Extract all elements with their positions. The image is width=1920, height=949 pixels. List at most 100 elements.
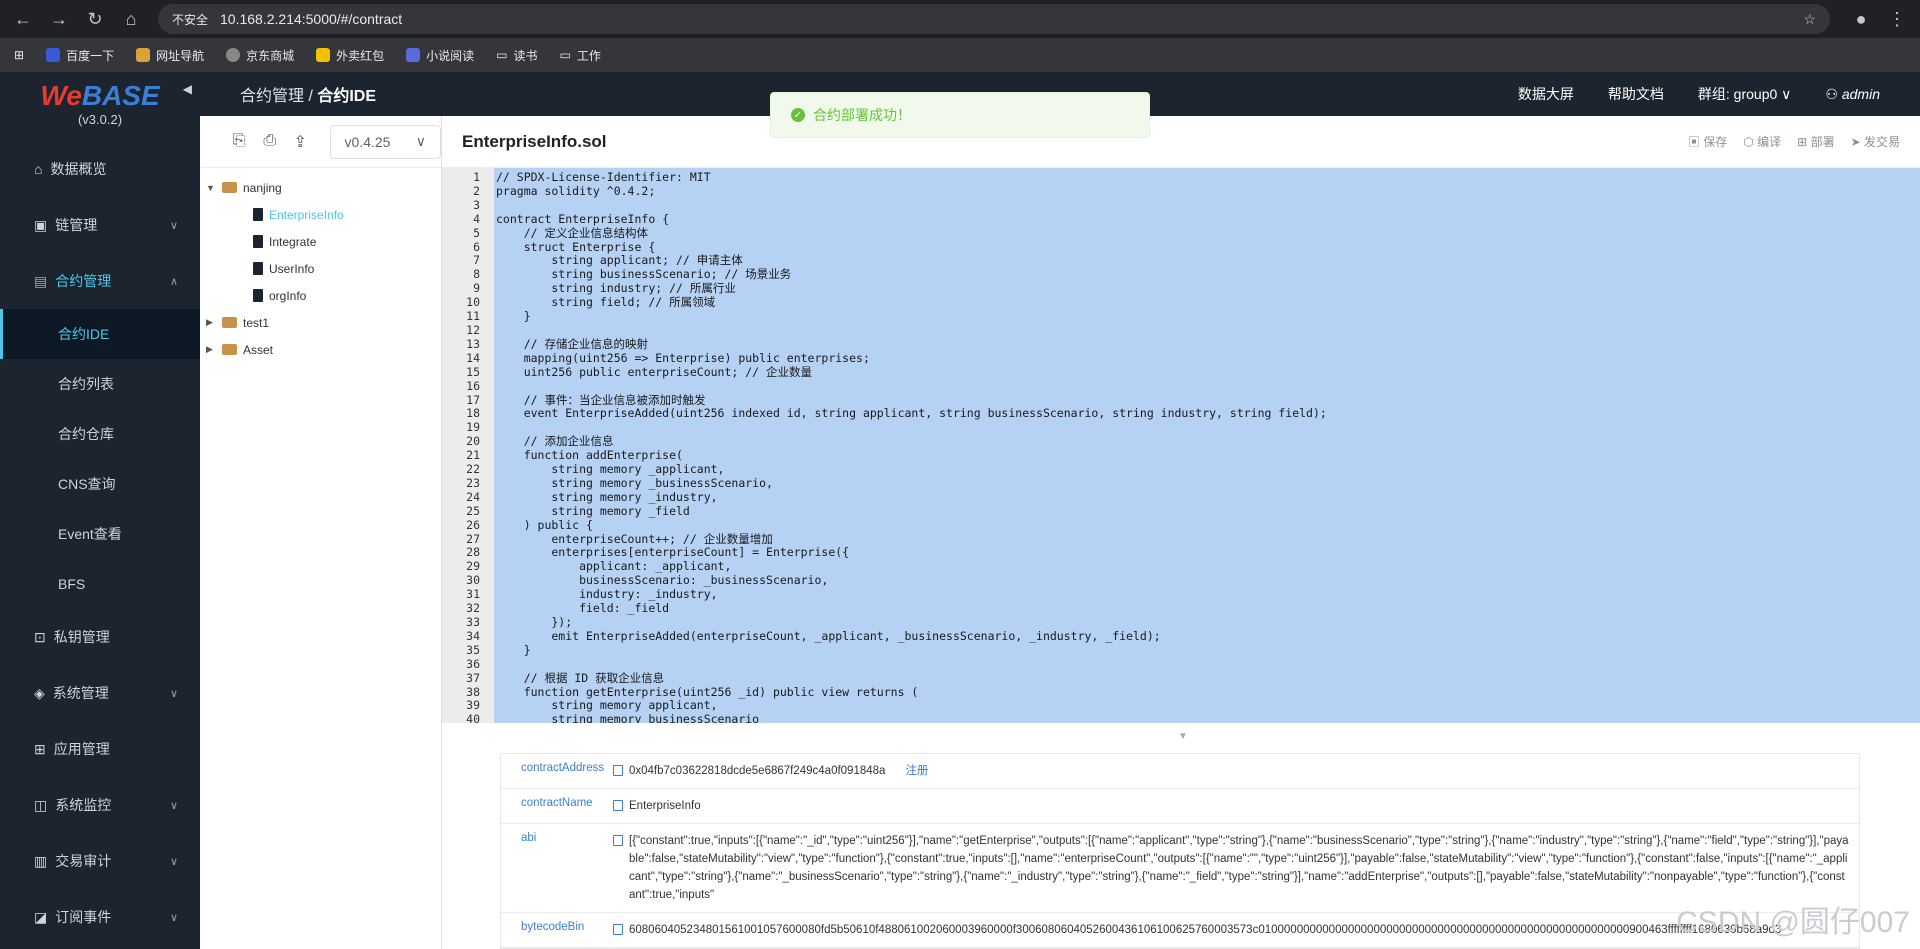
sidebar-item-monitor[interactable]: ◫ 系统监控 ∨	[0, 777, 200, 833]
file-icon	[253, 208, 263, 221]
bookmark-item[interactable]: 京东商城	[226, 47, 294, 64]
sidebar-item-contract-list[interactable]: 合约列表	[0, 359, 200, 409]
new-folder-icon[interactable]: ⎙	[261, 132, 280, 152]
save-button[interactable]: ▣ 保存	[1688, 133, 1727, 150]
folder-icon: ▭	[496, 48, 508, 62]
sidebar-item-cns[interactable]: CNS查询	[0, 459, 200, 509]
bookmark-item[interactable]: 网址导航	[136, 47, 204, 64]
copy-icon[interactable]	[613, 800, 623, 811]
contract-address: 0x04fb7c03622818dcde5e6867f249c4a0f09184…	[629, 765, 886, 777]
shield-icon: ◈	[34, 684, 45, 701]
user-icon: ⚇	[1825, 85, 1838, 102]
caret-down-icon[interactable]: ▼	[1178, 731, 1188, 742]
new-file-icon[interactable]: ⎘	[230, 132, 249, 152]
folder-icon	[222, 182, 237, 193]
tree-folder[interactable]: ▶ Asset	[206, 336, 441, 363]
monitor-icon: ◫	[34, 796, 48, 813]
menu-icon[interactable]: ⋮	[1882, 4, 1912, 34]
tree-file[interactable]: UserInfo	[206, 255, 441, 282]
tree-file[interactable]: EnterpriseInfo	[206, 201, 441, 228]
file-tree-panel: ⎘ ⎙ ⇪ v0.4.25 ∨ ▼ nanjing EnterpriseInfo I…	[200, 116, 442, 949]
bookmark-folder[interactable]: ▭ 读书	[496, 47, 537, 64]
help-docs-link[interactable]: 帮助文档	[1608, 84, 1664, 104]
sidebar-item-bfs[interactable]: BFS	[0, 559, 200, 609]
upload-icon[interactable]: ⇪	[291, 132, 310, 152]
abi-key: abi	[521, 832, 537, 844]
tree-folder[interactable]: ▼ nanjing	[206, 174, 441, 201]
sidebar-item-keys[interactable]: ⊡ 私钥管理	[0, 609, 200, 665]
save-icon: ▣	[1687, 135, 1700, 149]
breadcrumb: 合约管理 / 合约IDE	[240, 88, 377, 105]
table-row: abi [{"constant":true,"inputs":[{"name":…	[501, 824, 1859, 913]
bookmark-item[interactable]: 小说阅读	[406, 47, 474, 64]
sidebar-item-contract-repo[interactable]: 合约仓库	[0, 409, 200, 459]
register-link[interactable]: 注册	[905, 762, 928, 780]
sidebar-item-system[interactable]: ◈ 系统管理 ∨	[0, 665, 200, 721]
sidebar-item-contract[interactable]: ▤ 合约管理 ∧	[0, 253, 200, 309]
apps-icon[interactable]: ⊞	[14, 48, 24, 62]
chain-icon: ▣	[34, 216, 48, 233]
sidebar-item-overview[interactable]: ⌂ 数据概览	[0, 141, 200, 197]
sidebar-item-chain[interactable]: ▣ 链管理 ∨	[0, 197, 200, 253]
group-select[interactable]: 群组: group0 ∨	[1698, 84, 1792, 104]
code-content[interactable]: // SPDX-License-Identifier: MIT pragma s…	[494, 168, 1920, 723]
compile-button[interactable]: ⬡ 编译	[1743, 133, 1781, 150]
home-icon[interactable]: ⌂	[116, 4, 146, 34]
tree-file[interactable]: Integrate	[206, 228, 441, 255]
send-icon: ➤	[1850, 135, 1861, 149]
contract-icon: ▤	[34, 272, 48, 289]
address-bar[interactable]: 不安全 10.168.2.214:5000/#/contract ☆	[158, 4, 1830, 34]
bin-key: bytecodeBin	[521, 921, 585, 933]
code-editor[interactable]: 1 2 3 4 5 6 7 8 9 10 11 12 13 14 15 16 1…	[442, 168, 1920, 723]
sidebar-item-subscribe[interactable]: ◪ 订阅事件 ∨	[0, 889, 200, 945]
line-numbers: 1 2 3 4 5 6 7 8 9 10 11 12 13 14 15 16 1…	[442, 168, 494, 723]
copy-icon[interactable]	[613, 765, 623, 776]
copy-icon[interactable]	[613, 924, 623, 935]
send-tx-button[interactable]: ➤ 发交易	[1851, 133, 1900, 150]
tree-file[interactable]: orgInfo	[206, 282, 441, 309]
compiler-version-select[interactable]: v0.4.25 ∨	[329, 124, 441, 159]
table-row: bytecodeBin 6080604052348015610010576000…	[501, 913, 1859, 948]
bookmarks-bar: ⊞ 百度一下 网址导航 京东商城 外卖红包 小说阅读 ▭ 读书 ▭ 工作	[0, 38, 1920, 72]
chevron-down-icon: ∨	[169, 855, 178, 868]
data-screen-link[interactable]: 数据大屏	[1518, 84, 1574, 104]
caret-down-icon: ▼	[206, 182, 215, 193]
tree-folder[interactable]: ▶ test1	[206, 309, 441, 336]
sidebar: WeBASE (v3.0.2) ◀ ⌂ 数据概览 ▣ 链管理 ∨ ▤ 合约管理 ∧ 合约I…	[0, 72, 200, 949]
file-icon	[253, 262, 263, 275]
folder-icon	[222, 317, 237, 328]
copy-icon[interactable]	[613, 835, 623, 846]
success-toast: ✓ 合约部署成功！	[770, 92, 1150, 138]
grid-icon: ⊞	[34, 740, 46, 757]
sidebar-item-apps[interactable]: ⊞ 应用管理	[0, 721, 200, 777]
folder-icon: ▭	[559, 48, 571, 62]
editor-file-title: EnterpriseInfo.sol	[462, 131, 607, 151]
profile-icon[interactable]: ●	[1846, 4, 1876, 34]
sidebar-item-audit[interactable]: ▥ 交易审计 ∨	[0, 833, 200, 889]
sidebar-item-event[interactable]: Event查看	[0, 509, 200, 559]
name-key: contractName	[521, 797, 593, 809]
bookmark-item[interactable]: 外卖红包	[316, 47, 384, 64]
deploy-button[interactable]: ⊞ 部署	[1797, 133, 1834, 150]
grid-icon: ⊞	[1797, 135, 1808, 149]
rss-icon: ◪	[34, 908, 48, 925]
caret-right-icon: ▶	[206, 317, 213, 327]
url-text[interactable]: 10.168.2.214:5000/#/contract	[220, 11, 402, 27]
bytecode-value: 608060405234801561001057600080fd5b50610f…	[629, 924, 1782, 936]
user-menu[interactable]: ⚇ admin	[1825, 86, 1880, 103]
bookmark-item[interactable]: 百度一下	[46, 47, 114, 64]
forward-icon[interactable]: →	[44, 4, 74, 34]
bookmark-folder[interactable]: ▭ 工作	[560, 47, 601, 64]
chart-icon: ▥	[34, 852, 48, 869]
security-warning[interactable]: 不安全	[172, 11, 208, 28]
sidebar-item-contract-ide[interactable]: 合约IDE	[0, 309, 200, 359]
lock-icon: ⊡	[34, 628, 46, 645]
reload-icon[interactable]: ↻	[80, 4, 110, 34]
table-row: contractAddress 0x04fb7c03622818dcde5e68…	[501, 754, 1859, 789]
top-header: 合约管理 / 合约IDE ✓ 合约部署成功！ 数据大屏 帮助文档 群组: grou…	[200, 72, 1920, 138]
back-icon[interactable]: ←	[8, 4, 38, 34]
version-label: (v3.0.2)	[77, 112, 123, 127]
star-icon[interactable]: ☆	[1803, 11, 1816, 28]
contract-info-panel: ▼ contractAddress 0x04fb7c03622818dcde5e…	[442, 723, 1920, 949]
collapse-icon[interactable]: ◀	[183, 82, 192, 96]
